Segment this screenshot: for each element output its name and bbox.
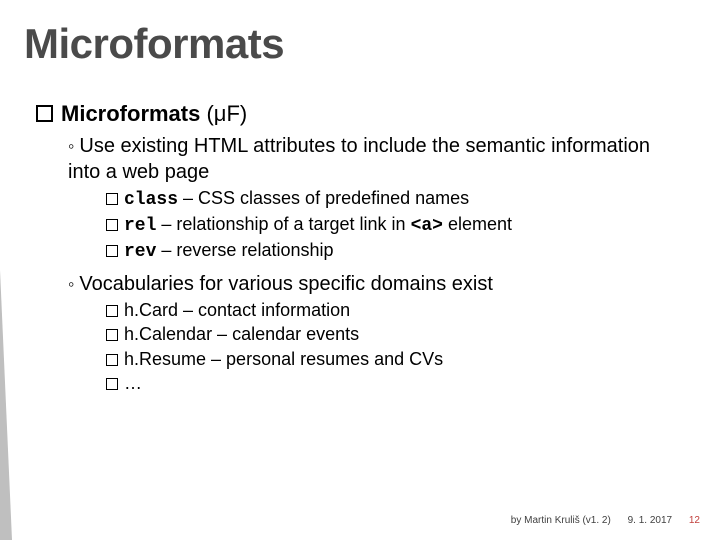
text: – reverse relationship [156, 240, 333, 260]
code-a-tag: <a> [411, 216, 443, 236]
bullet-level2: Vocabularies for various specific domain… [68, 271, 680, 297]
text: … [124, 373, 142, 393]
page-number: 12 [689, 515, 700, 526]
text: h.Resume – personal resumes and CVs [124, 349, 443, 369]
text: element [443, 214, 512, 234]
bullet-level3: h.Card – contact information [106, 299, 680, 322]
footer-author: by Martin Kruliš (v1. 2) [511, 515, 611, 526]
bullet-level3: … [106, 372, 680, 395]
slide-body: Microformats (μF) Use existing HTML attr… [36, 100, 680, 396]
square-bullet-icon [106, 245, 118, 257]
square-bullet-icon [106, 378, 118, 390]
square-bullet-icon [36, 105, 53, 122]
text: h.Card – contact information [124, 300, 350, 320]
code-rev: rev [124, 242, 156, 262]
square-bullet-icon [106, 219, 118, 231]
square-bullet-icon [106, 354, 118, 366]
footer: by Martin Kruliš (v1. 2) 9. 1. 2017 12 [497, 515, 700, 526]
square-bullet-icon [106, 329, 118, 341]
text: – CSS classes of predefined names [178, 188, 469, 208]
square-bullet-icon [106, 193, 118, 205]
heading-text: Microformats (μF) [61, 101, 247, 126]
bullet-level3: class – CSS classes of predefined names [106, 187, 680, 212]
text: – relationship of a target link in [156, 214, 410, 234]
bullet-level1: Microformats (μF) [36, 100, 680, 129]
decorative-wedge [0, 270, 12, 540]
text: h.Calendar – calendar events [124, 324, 359, 344]
square-bullet-icon [106, 305, 118, 317]
bullet-level3: rel – relationship of a target link in <… [106, 213, 680, 238]
bullet-level3: h.Calendar – calendar events [106, 323, 680, 346]
slide-title: Microformats [24, 20, 284, 68]
code-class: class [124, 190, 178, 210]
bullet-level2: Use existing HTML attributes to include … [68, 133, 680, 185]
footer-date: 9. 1. 2017 [628, 515, 672, 526]
bullet-level3: rev – reverse relationship [106, 239, 680, 264]
slide: Microformats Microformats (μF) Use exist… [0, 0, 720, 540]
code-rel: rel [124, 216, 156, 236]
bullet-level3: h.Resume – personal resumes and CVs [106, 348, 680, 371]
